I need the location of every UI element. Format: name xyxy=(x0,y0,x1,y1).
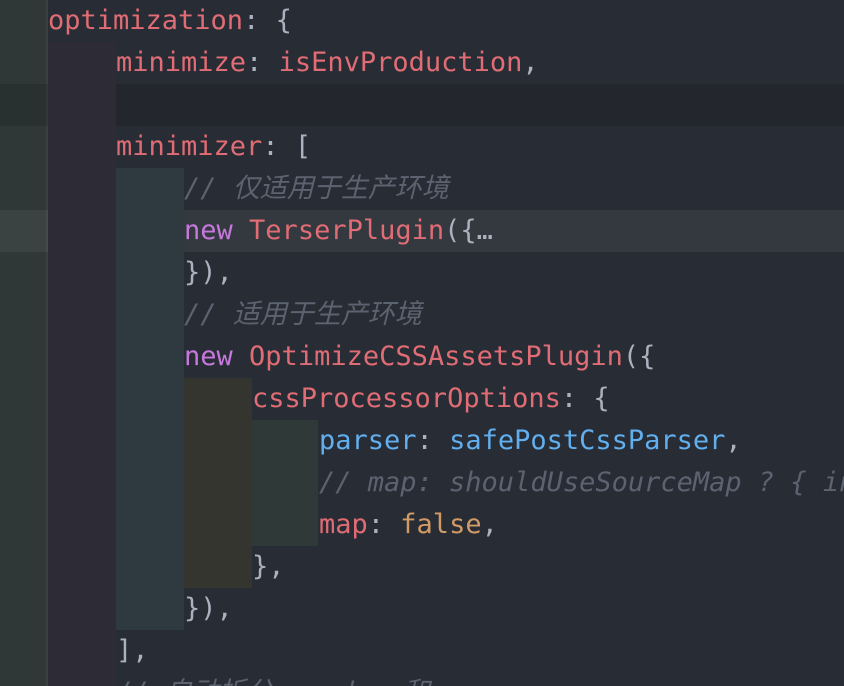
property-key: minimizer xyxy=(116,131,263,162)
code-line-close[interactable]: }, xyxy=(252,546,285,588)
code-line-parser[interactable]: parser: safePostCssParser, xyxy=(319,420,742,462)
punctuation: : [ xyxy=(262,131,312,162)
class-name: OptimizeCSSAssetsPlugin xyxy=(249,341,623,372)
code-comment: // 自动拆分 vendor 和 commons xyxy=(116,677,560,686)
property-key: parser xyxy=(319,425,417,456)
property-key: map xyxy=(319,509,368,540)
indent-guide-level-1 xyxy=(48,42,116,686)
punctuation: }, xyxy=(252,551,285,582)
property-key: minimize xyxy=(116,47,247,78)
code-comment: // 仅适用于生产环境 xyxy=(184,173,449,204)
keyword: new xyxy=(184,341,233,372)
code-line-css-processor-options[interactable]: cssProcessorOptions: { xyxy=(252,378,610,420)
punctuation: : { xyxy=(560,383,610,414)
code-comment: // map: shouldUseSourceMap ? { inline: f… xyxy=(319,467,844,498)
code-line-close[interactable]: }), xyxy=(184,252,233,294)
punctuation: , xyxy=(522,47,539,78)
code-line-close[interactable]: }), xyxy=(184,588,233,630)
indent-guide-level-3 xyxy=(184,378,252,588)
code-line-optimize-css[interactable]: new OptimizeCSSAssetsPlugin({ xyxy=(184,336,655,378)
code-line-optimization[interactable]: optimization: { xyxy=(48,0,292,42)
code-line-terser[interactable]: new TerserPlugin({… xyxy=(184,210,493,252)
code-line-comment[interactable]: // 自动拆分 vendor 和 commons xyxy=(116,672,560,686)
code-editor[interactable]: optimization: { minimize: isEnvProductio… xyxy=(0,0,844,686)
code-line-comment[interactable]: // 适用于生产环境 xyxy=(184,294,422,336)
punctuation: ], xyxy=(116,635,149,666)
punctuation: : { xyxy=(243,5,292,36)
punctuation: }), xyxy=(184,593,233,624)
code-line-comment[interactable]: // 仅适用于生产环境 xyxy=(184,168,449,210)
fold-ellipsis-icon[interactable]: … xyxy=(477,215,493,246)
keyword: new xyxy=(184,215,233,246)
property-key: optimization xyxy=(48,5,244,36)
punctuation: ({ xyxy=(622,341,656,372)
punctuation: : xyxy=(367,509,401,540)
code-line-minimize[interactable]: minimize: isEnvProduction, xyxy=(116,42,539,84)
code-comment: // 适用于生产环境 xyxy=(184,299,422,330)
boolean-value: false xyxy=(400,509,482,540)
code-line-minimizer[interactable]: minimizer: [ xyxy=(116,126,311,168)
property-key: cssProcessorOptions xyxy=(252,383,561,414)
punctuation: , xyxy=(481,509,498,540)
punctuation: ({ xyxy=(444,215,477,246)
blank-line-highlight xyxy=(0,84,844,126)
punctuation: : xyxy=(246,47,279,78)
identifier-value: safePostCssParser xyxy=(449,425,726,456)
indent-guide-level-4 xyxy=(252,420,318,546)
indent-guide-level-2 xyxy=(116,168,184,630)
punctuation: }), xyxy=(184,257,233,288)
code-line-comment[interactable]: // map: shouldUseSourceMap ? { inline: f… xyxy=(319,462,844,504)
class-name: TerserPlugin xyxy=(249,215,445,246)
code-line-map[interactable]: map: false, xyxy=(319,504,498,546)
code-line-close[interactable]: ], xyxy=(116,630,149,672)
punctuation: : xyxy=(416,425,450,456)
identifier-value: isEnvProduction xyxy=(278,47,523,78)
punctuation: , xyxy=(725,425,742,456)
